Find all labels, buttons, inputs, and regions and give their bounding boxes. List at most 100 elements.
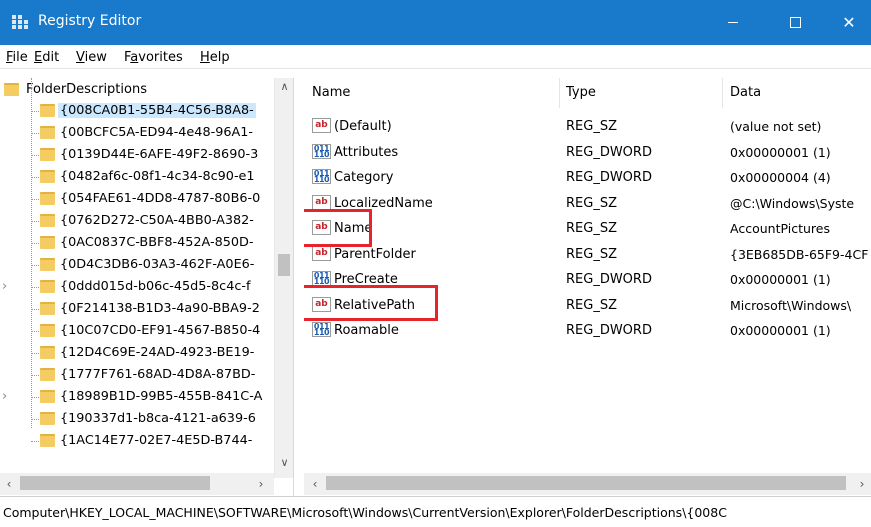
maximize-button[interactable]	[772, 0, 818, 45]
column-header-data[interactable]: Data	[730, 85, 761, 100]
tree-item[interactable]: {10C07CD0-EF91-4567-B850-4	[0, 320, 274, 342]
value-type: REG_DWORD	[566, 170, 652, 185]
value-type: REG_SZ	[566, 297, 617, 313]
value-data: 0x00000001 (1)	[730, 272, 831, 287]
tree-scroll-thumb[interactable]	[278, 254, 290, 276]
values-hscroll-thumb[interactable]	[326, 476, 846, 490]
menu-edit[interactable]: Edit	[34, 50, 59, 65]
tree-hscroll-thumb[interactable]	[20, 476, 210, 490]
title-bar: Registry Editor ✕	[0, 0, 871, 45]
expand-arrow-icon[interactable]: ›	[2, 279, 7, 294]
column-header-type[interactable]: Type	[566, 85, 596, 100]
scroll-left-icon[interactable]: ‹	[0, 473, 18, 495]
tree-item[interactable]: {190337d1-b8ca-4121-a639-6	[0, 408, 274, 430]
tree-item-label: {1777F761-68AD-4D8A-87BD-	[60, 367, 256, 382]
menu-favorites[interactable]: Favorites	[124, 50, 183, 65]
menu-view[interactable]: View	[76, 50, 107, 65]
tree-vertical-scrollbar[interactable]: ∧ ∨	[274, 78, 293, 478]
value-row[interactable]: 011 110 Category REG_DWORD 0x00000004 (4)	[304, 165, 871, 190]
value-type: REG_DWORD	[566, 144, 652, 160]
value-name: Category	[334, 170, 394, 185]
minimize-icon	[728, 22, 738, 23]
value-row[interactable]: ab Name REG_SZ AccountPictures	[304, 216, 871, 241]
tree-item[interactable]: {0F214138-B1D3-4a90-BBA9-2	[0, 298, 274, 320]
value-data: 0x00000004 (4)	[730, 170, 831, 185]
menu-bar: File Edit View Favorites Help	[0, 45, 871, 69]
tree-item[interactable]: {0139D44E-6AFE-49F2-8690-3	[0, 144, 274, 166]
tree-item[interactable]: {1AC14E77-02E7-4E5D-B744-	[0, 430, 274, 452]
key-tree-pane[interactable]: FolderDescriptions {008CA0B1-55B4-4C56-B…	[0, 78, 294, 496]
tree-item-label: {0482af6c-08f1-4c34-8c90-e1	[60, 169, 255, 184]
tree-horizontal-scrollbar[interactable]: ‹ ›	[0, 473, 274, 495]
menu-file[interactable]: File	[6, 50, 28, 65]
folder-icon	[40, 390, 55, 403]
status-bar: Computer\HKEY_LOCAL_MACHINE\SOFTWARE\Mic…	[0, 496, 871, 527]
tree-item-label: {0ddd015d-b06c-45d5-8c4c-f	[60, 279, 251, 294]
value-type: REG_SZ	[566, 246, 617, 262]
values-pane[interactable]: Name Type Data ab (Default) REG_SZ (value n…	[304, 78, 871, 496]
value-data: Microsoft\Windows\	[730, 297, 852, 313]
column-header-name[interactable]: Name	[312, 85, 350, 100]
binary-value-icon: 011 110	[312, 322, 331, 337]
value-row[interactable]: ab ParentFolder REG_SZ {3EB685DB-65F9-4CF	[304, 242, 871, 267]
folder-open-icon	[4, 82, 19, 96]
expand-arrow-icon[interactable]: ›	[2, 389, 7, 404]
tree-item-label: {10C07CD0-EF91-4567-B850-4	[60, 323, 261, 338]
tree-connector	[31, 331, 39, 332]
tree-item[interactable]: {0D4C3DB6-03A3-462F-A0E6-	[0, 254, 274, 276]
folder-icon	[40, 104, 55, 117]
minimize-button[interactable]	[710, 0, 756, 45]
column-divider[interactable]	[722, 78, 723, 108]
value-name: (Default)	[334, 119, 392, 134]
string-value-icon: ab	[312, 194, 331, 210]
tree-item[interactable]: {1777F761-68AD-4D8A-87BD-	[0, 364, 274, 386]
scroll-down-icon[interactable]: ∨	[275, 454, 293, 471]
folder-icon	[40, 126, 55, 139]
tree-root-item[interactable]: FolderDescriptions	[4, 78, 147, 100]
binary-value-icon: 011 110	[312, 143, 331, 159]
tree-connector	[31, 243, 39, 244]
registry-editor-icon	[12, 15, 28, 29]
tree-item[interactable]: {008CA0B1-55B4-4C56-B8A8-	[0, 100, 274, 122]
folder-icon	[40, 148, 55, 161]
values-horizontal-scrollbar[interactable]: ‹ ›	[304, 473, 871, 495]
folder-icon	[40, 170, 55, 183]
menu-help[interactable]: Help	[200, 50, 230, 65]
current-key-path: Computer\HKEY_LOCAL_MACHINE\SOFTWARE\Mic…	[3, 505, 727, 520]
tree-item-label: {0F214138-B1D3-4a90-BBA9-2	[60, 301, 260, 316]
close-button[interactable]: ✕	[826, 0, 871, 45]
highlight-box-name	[304, 209, 372, 247]
tree-item[interactable]: › {0ddd015d-b06c-45d5-8c4c-f	[0, 276, 274, 298]
tree-item[interactable]: {054FAE61-4DD8-4787-80B6-0	[0, 188, 274, 210]
value-row[interactable]: 011 110 Attributes REG_DWORD 0x00000001 (1)	[304, 140, 871, 165]
folder-icon	[40, 214, 55, 227]
folder-icon	[40, 434, 55, 447]
tree-connector	[31, 397, 39, 398]
tree-connector	[31, 375, 39, 376]
value-name: Attributes	[334, 144, 399, 160]
value-data: AccountPictures	[730, 221, 830, 236]
tree-item[interactable]: {0762D272-C50A-4BB0-A382-	[0, 210, 274, 232]
scroll-right-icon[interactable]: ›	[252, 473, 270, 495]
tree-item[interactable]: {0AC0837C-BBF8-452A-850D-	[0, 232, 274, 254]
value-row[interactable]: ab LocalizedName REG_SZ @C:\Windows\Syste	[304, 191, 871, 216]
tree-item-label: {0139D44E-6AFE-49F2-8690-3	[60, 147, 259, 162]
tree-item[interactable]: {0482af6c-08f1-4c34-8c90-e1	[0, 166, 274, 188]
value-data: 0x00000001 (1)	[730, 144, 831, 160]
value-type: REG_SZ	[566, 195, 617, 211]
string-value-icon: ab	[312, 245, 331, 261]
tree-item[interactable]: {00BCFC5A-ED94-4e48-96A1-	[0, 122, 274, 144]
scroll-up-icon[interactable]: ∧	[275, 78, 293, 95]
value-row[interactable]: 011 110 Roamable REG_DWORD 0x00000001 (1)	[304, 318, 871, 343]
tree-item[interactable]: {12D4C69E-24AD-4923-BE19-	[0, 342, 274, 364]
tree-item[interactable]: › {18989B1D-99B5-455B-841C-A	[0, 386, 274, 408]
value-type: REG_SZ	[566, 119, 617, 134]
tree-connector	[31, 419, 39, 420]
column-divider[interactable]	[559, 78, 560, 108]
value-row[interactable]: ab (Default) REG_SZ (value not set)	[304, 114, 871, 139]
value-type: REG_DWORD	[566, 272, 652, 287]
folder-icon	[40, 280, 55, 293]
scroll-left-icon[interactable]: ‹	[306, 473, 324, 495]
tree-connector	[31, 221, 39, 222]
scroll-right-icon[interactable]: ›	[853, 473, 871, 495]
